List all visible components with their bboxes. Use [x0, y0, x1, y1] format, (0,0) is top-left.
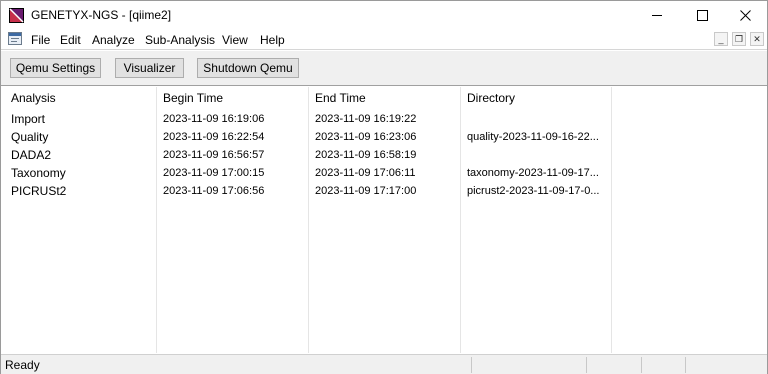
minimize-icon [651, 15, 662, 16]
row-quality-analysis[interactable]: Quality [11, 130, 48, 144]
column-separator[interactable] [611, 87, 612, 353]
column-header-end-time[interactable]: End Time [315, 91, 366, 105]
analysis-list[interactable]: Analysis Begin Time End Time Directory I… [1, 87, 767, 353]
menu-edit[interactable]: Edit [60, 33, 81, 47]
row-import-begin: 2023-11-09 16:19:06 [163, 113, 265, 125]
column-separator[interactable] [156, 87, 157, 353]
window-title: GENETYX-NGS - [qiime2] [31, 8, 172, 22]
mdi-minimize-icon: _ [718, 34, 724, 44]
document-icon[interactable] [8, 32, 22, 45]
row-quality-end: 2023-11-09 16:23:06 [315, 131, 417, 143]
status-separator [471, 357, 472, 373]
status-separator [586, 357, 587, 373]
row-dada2-end: 2023-11-09 16:58:19 [315, 149, 417, 161]
mdi-restore-icon: ❐ [734, 34, 744, 44]
toolbar: Qemu Settings Visualizer Shutdown Qemu [1, 51, 767, 86]
status-separator [641, 357, 642, 373]
menu-bar: File Edit Analyze Sub-Analysis View Help… [1, 30, 767, 50]
row-import-end: 2023-11-09 16:19:22 [315, 113, 417, 125]
menu-file[interactable]: File [31, 33, 50, 47]
mdi-minimize-button[interactable]: _ [714, 32, 728, 46]
close-icon [739, 10, 751, 21]
row-quality-begin: 2023-11-09 16:22:54 [163, 131, 265, 143]
row-dada2-begin: 2023-11-09 16:56:57 [163, 149, 265, 161]
shutdown-qemu-button[interactable]: Shutdown Qemu [197, 58, 299, 78]
status-bar: Ready [1, 354, 767, 374]
row-picrust2-begin: 2023-11-09 17:06:56 [163, 185, 265, 197]
row-taxonomy-analysis[interactable]: Taxonomy [11, 166, 66, 180]
status-text: Ready [5, 358, 40, 372]
mdi-close-icon: ✕ [753, 34, 761, 44]
row-taxonomy-directory: taxonomy-2023-11-09-17... [467, 167, 599, 179]
row-taxonomy-end: 2023-11-09 17:06:11 [315, 167, 416, 179]
column-separator[interactable] [308, 87, 309, 353]
genetyx-app-icon [9, 8, 24, 23]
row-import-analysis[interactable]: Import [11, 112, 45, 126]
qemu-settings-button[interactable]: Qemu Settings [10, 58, 101, 78]
row-picrust2-directory: picrust2-2023-11-09-17-0... [467, 185, 600, 197]
row-picrust2-analysis[interactable]: PICRUSt2 [11, 184, 66, 198]
maximize-button[interactable] [680, 1, 724, 30]
status-separator [685, 357, 686, 373]
menu-analyze[interactable]: Analyze [92, 33, 135, 47]
minimize-button[interactable] [635, 1, 679, 30]
row-dada2-analysis[interactable]: DADA2 [11, 148, 51, 162]
mdi-close-button[interactable]: ✕ [750, 32, 764, 46]
row-picrust2-end: 2023-11-09 17:17:00 [315, 185, 417, 197]
column-separator[interactable] [460, 87, 461, 353]
maximize-icon [696, 10, 708, 21]
row-quality-directory: quality-2023-11-09-16-22... [467, 131, 599, 143]
row-taxonomy-begin: 2023-11-09 17:00:15 [163, 167, 265, 179]
column-header-begin-time[interactable]: Begin Time [163, 91, 223, 105]
column-header-directory[interactable]: Directory [467, 91, 515, 105]
mdi-restore-button[interactable]: ❐ [732, 32, 746, 46]
menu-help[interactable]: Help [260, 33, 285, 47]
menu-sub-analysis[interactable]: Sub-Analysis [145, 33, 215, 47]
main-window: GENETYX-NGS - [qiime2] File Edit Analyze… [0, 0, 768, 374]
close-button[interactable] [723, 1, 767, 30]
menu-view[interactable]: View [222, 33, 248, 47]
title-bar[interactable]: GENETYX-NGS - [qiime2] [1, 1, 767, 30]
column-header-analysis[interactable]: Analysis [11, 91, 56, 105]
visualizer-button[interactable]: Visualizer [115, 58, 184, 78]
